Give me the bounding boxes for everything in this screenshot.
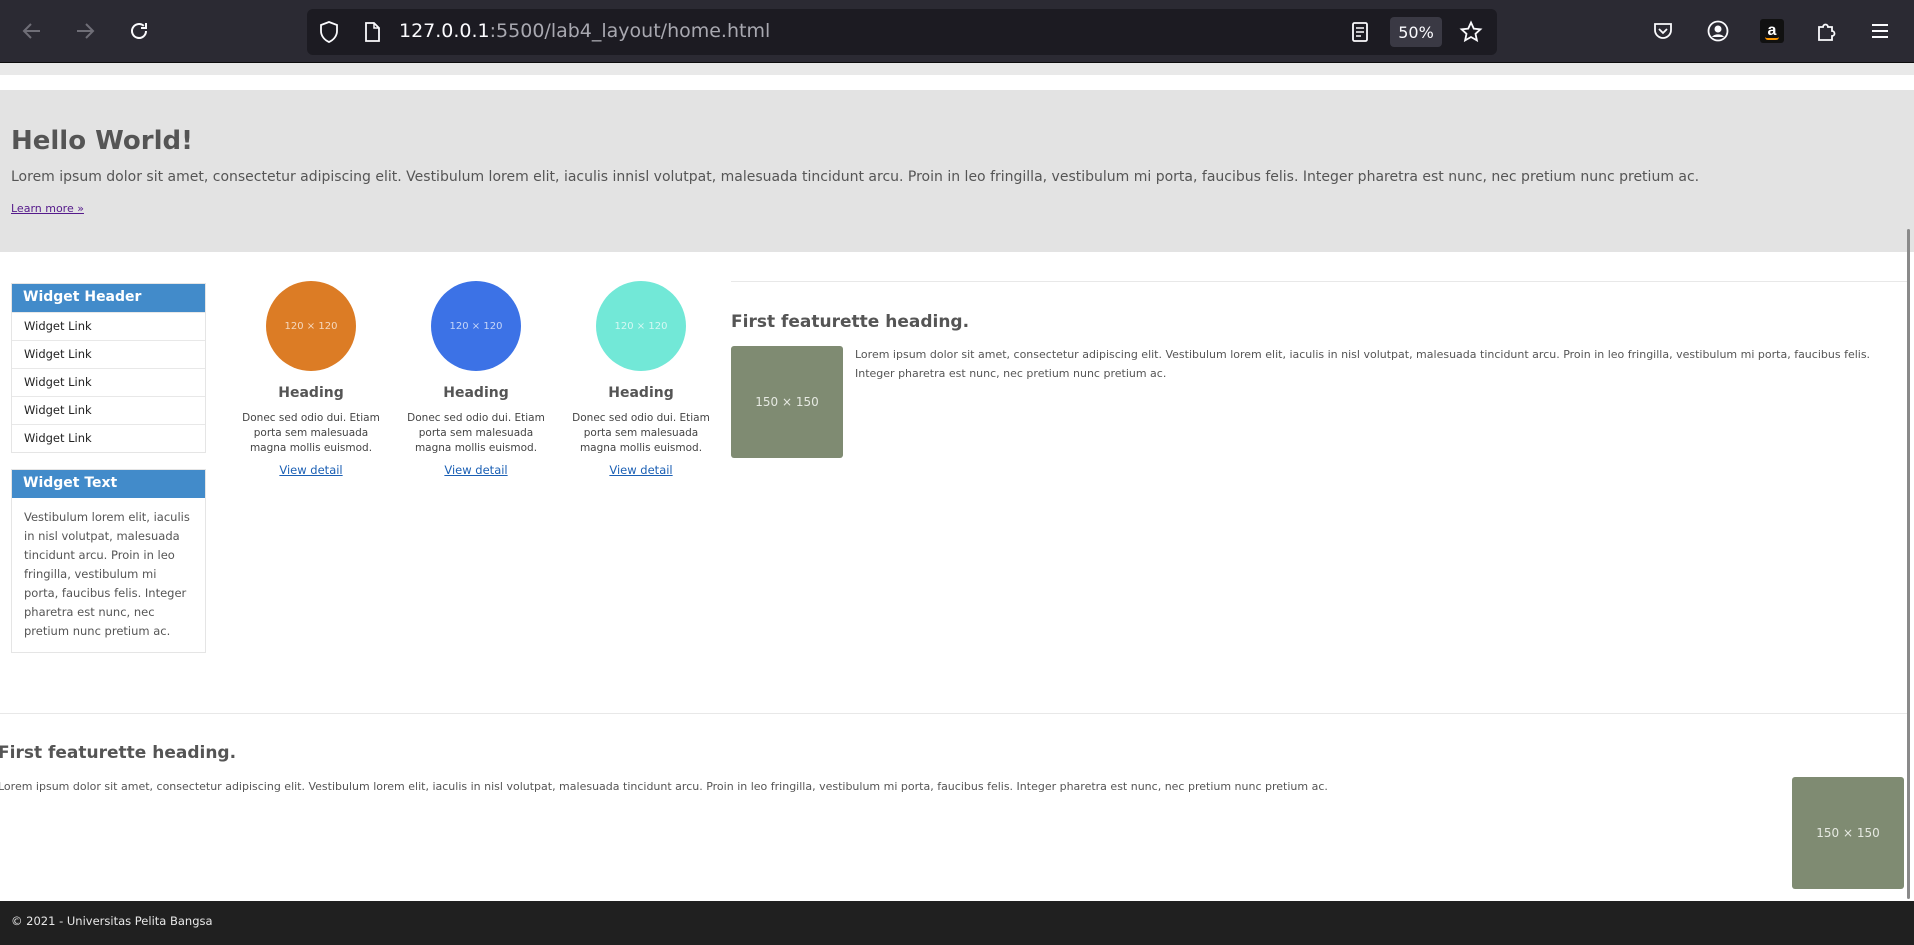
account-button[interactable] — [1701, 14, 1735, 48]
featurette-divider — [0, 713, 1907, 714]
account-icon — [1707, 20, 1729, 42]
page-info-icon[interactable] — [362, 21, 382, 43]
featurette-heading: First featurette heading. — [0, 743, 237, 763]
amazon-icon: a — [1760, 19, 1784, 43]
widget-link[interactable]: Widget Link — [12, 396, 205, 424]
reload-button[interactable] — [122, 14, 156, 48]
featurette-divider — [731, 281, 1907, 282]
page-scrollbar[interactable] — [1907, 229, 1910, 899]
widget-link[interactable]: Widget Link — [12, 312, 205, 340]
extensions-button[interactable] — [1809, 14, 1843, 48]
feature-card: 120 × 120 Heading Donec sed odio dui. Et… — [566, 281, 716, 477]
page-footer: © 2021 - Universitas Pelita Bangsa — [0, 901, 1914, 945]
jumbotron-title: Hello World! — [11, 126, 193, 156]
hamburger-menu-icon — [1872, 24, 1888, 38]
menu-button[interactable] — [1863, 14, 1897, 48]
featurette-image: 150 × 150 — [731, 346, 843, 458]
featurette-text: Lorem ipsum dolor sit amet, consectetur … — [0, 780, 1328, 793]
back-arrow-icon — [22, 23, 40, 39]
card-heading: Heading — [608, 385, 674, 401]
widget-text-title: Widget Text — [12, 470, 205, 498]
reload-icon — [131, 23, 147, 39]
zoom-level-button[interactable]: 50% — [1390, 17, 1442, 47]
back-button[interactable] — [15, 14, 49, 48]
widget-text-box: Widget Text Vestibulum lorem elit, iacul… — [11, 469, 206, 653]
view-detail-link[interactable]: View detail — [401, 463, 551, 477]
page-viewport: Hello World! Lorem ipsum dolor sit amet,… — [0, 63, 1914, 945]
bookmark-star-icon[interactable] — [1459, 20, 1483, 44]
feature-card: 120 × 120 Heading Donec sed odio dui. Et… — [236, 281, 386, 477]
pocket-button[interactable] — [1646, 14, 1680, 48]
url-bar[interactable]: 127.0.0.1:5500/lab4_layout/home.html 50% — [307, 9, 1497, 55]
amazon-extension-button[interactable]: a — [1755, 14, 1789, 48]
widget-link[interactable]: Widget Link — [12, 424, 205, 452]
widget-links-box: Widget Header Widget Link Widget Link Wi… — [11, 283, 206, 453]
header-strip — [0, 63, 1914, 75]
featurette-text: Lorem ipsum dolor sit amet, consectetur … — [855, 348, 1871, 380]
jumbotron: Hello World! Lorem ipsum dolor sit amet,… — [0, 90, 1914, 252]
forward-arrow-icon — [77, 23, 95, 39]
card-text: Donec sed odio dui. Etiam porta sem male… — [242, 412, 380, 454]
shield-icon[interactable] — [318, 20, 340, 44]
forward-button[interactable] — [68, 14, 102, 48]
circle-placeholder: 120 × 120 — [266, 281, 356, 371]
reader-view-icon[interactable] — [1350, 21, 1370, 43]
browser-toolbar: 127.0.0.1:5500/lab4_layout/home.html 50%… — [0, 0, 1914, 62]
card-text: Donec sed odio dui. Etiam porta sem male… — [572, 412, 710, 454]
card-text: Donec sed odio dui. Etiam porta sem male… — [407, 412, 545, 454]
learn-more-link[interactable]: Learn more » — [11, 202, 84, 215]
card-heading: Heading — [278, 385, 344, 401]
view-detail-link[interactable]: View detail — [566, 463, 716, 477]
widget-link[interactable]: Widget Link — [12, 368, 205, 396]
url-host: 127.0.0.1 — [399, 20, 490, 42]
url-text[interactable]: 127.0.0.1:5500/lab4_layout/home.html — [399, 20, 770, 42]
circle-placeholder: 120 × 120 — [596, 281, 686, 371]
circle-placeholder: 120 × 120 — [431, 281, 521, 371]
footer-copyright: © 2021 - Universitas Pelita Bangsa — [11, 914, 213, 928]
url-path: :5500/lab4_layout/home.html — [489, 20, 771, 42]
card-heading: Heading — [443, 385, 509, 401]
featurette-image: 150 × 150 — [1792, 777, 1904, 889]
widget-header-title: Widget Header — [12, 284, 205, 312]
featurette-heading: First featurette heading. — [731, 312, 970, 332]
view-detail-link[interactable]: View detail — [236, 463, 386, 477]
feature-card: 120 × 120 Heading Donec sed odio dui. Et… — [401, 281, 551, 477]
pocket-icon — [1654, 23, 1672, 39]
puzzle-piece-icon — [1818, 23, 1836, 41]
jumbotron-text: Lorem ipsum dolor sit amet, consectetur … — [11, 169, 1700, 185]
widget-text-body: Vestibulum lorem elit, iaculis in nisl v… — [24, 510, 190, 638]
widget-link[interactable]: Widget Link — [12, 340, 205, 368]
